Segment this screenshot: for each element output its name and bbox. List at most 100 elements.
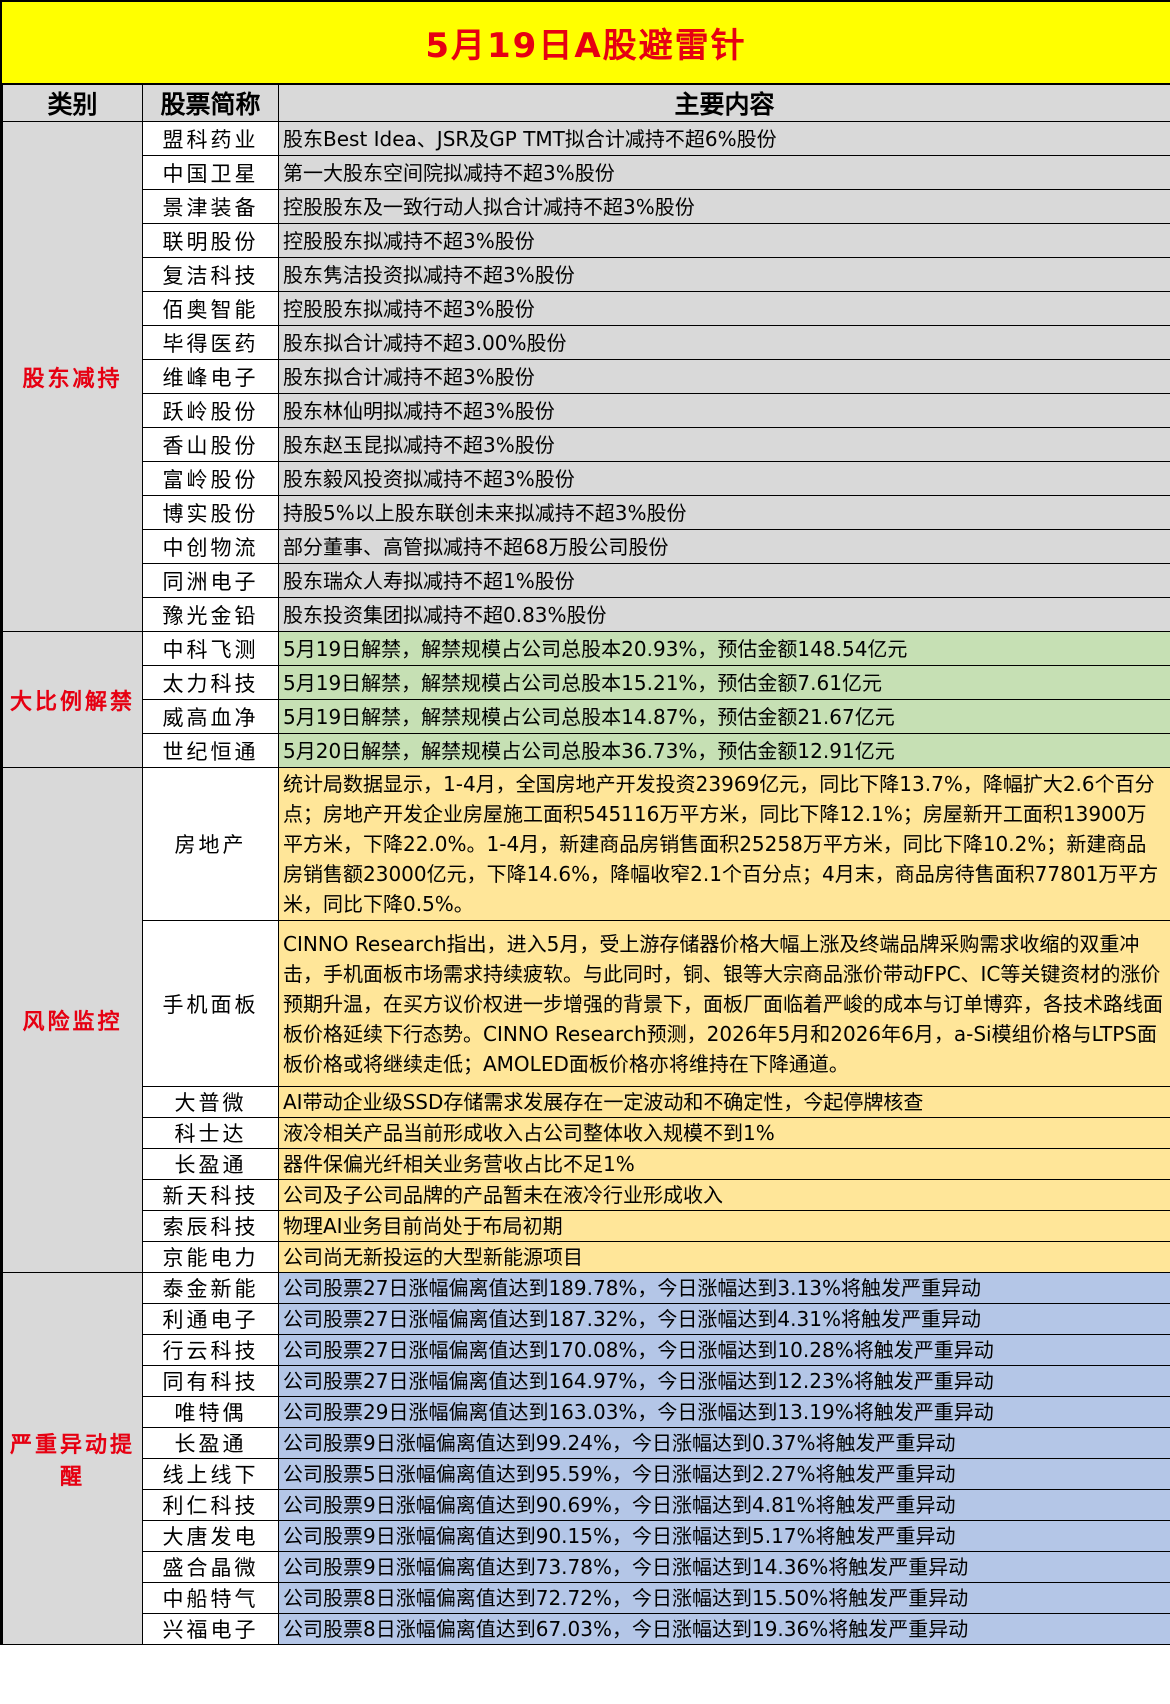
- content-cell: 第一大股东空间院拟减持不超3%股份: [278, 155, 1170, 190]
- stock-name-cell: 威高血净: [142, 699, 279, 734]
- table-row: 香山股份 股东赵玉昆拟减持不超3%股份: [3, 427, 1170, 462]
- table-row: 太力科技 5月19日解禁，解禁规模占公司总股本15.21%，预估金额7.61亿元: [3, 665, 1170, 700]
- table-row: 中创物流 部分董事、高管拟减持不超68万股公司股份: [3, 529, 1170, 564]
- content-cell: 部分董事、高管拟减持不超68万股公司股份: [278, 529, 1170, 564]
- content-cell: 公司股票27日涨幅偏离值达到187.32%，今日涨幅达到4.31%将触发严重异动: [278, 1303, 1170, 1335]
- report-title: 5月19日A股避雷针: [2, 0, 1170, 84]
- table-row: 利通电子 公司股票27日涨幅偏离值达到187.32%，今日涨幅达到4.31%将触发…: [3, 1303, 1170, 1335]
- stock-name-cell: 科士达: [142, 1117, 279, 1149]
- stock-name-cell: 线上线下: [142, 1458, 279, 1490]
- table-row: 世纪恒通 5月20日解禁，解禁规模占公司总股本36.73%，预估金额12.91亿元: [3, 733, 1170, 768]
- table-row: 威高血净 5月19日解禁，解禁规模占公司总股本14.87%，预估金额21.67亿元: [3, 699, 1170, 734]
- stock-name-cell: 行云科技: [142, 1334, 279, 1366]
- header-category: 类别: [2, 84, 143, 122]
- content-cell: 公司股票9日涨幅偏离值达到73.78%，今日涨幅达到14.36%将触发严重异动: [278, 1551, 1170, 1583]
- table-row: 盛合晶微 公司股票9日涨幅偏离值达到73.78%，今日涨幅达到14.36%将触发严…: [3, 1551, 1170, 1583]
- stock-name-cell: 复洁科技: [142, 257, 279, 292]
- stock-name-cell: 大普微: [142, 1086, 279, 1118]
- table-row: 唯特偶 公司股票29日涨幅偏离值达到163.03%，今日涨幅达到13.19%将触发…: [3, 1396, 1170, 1428]
- table-row: 线上线下 公司股票5日涨幅偏离值达到95.59%，今日涨幅达到2.27%将触发严重…: [3, 1458, 1170, 1490]
- table-row: 京能电力 公司尚无新投运的大型新能源项目: [3, 1241, 1170, 1273]
- stock-name-cell: 盛合晶微: [142, 1551, 279, 1583]
- header-stock: 股票简称: [142, 84, 279, 122]
- table-row: 股东减持 盟科药业 股东Best Idea、JSR及GP TMT拟合计减持不超6%股…: [2, 121, 1170, 632]
- stock-name-cell: 豫光金铅: [142, 597, 279, 632]
- content-cell: 统计局数据显示，1-4月，全国房地产开发投资23969亿元，同比下降13.7%，…: [278, 767, 1170, 921]
- stock-name-cell: 维峰电子: [142, 359, 279, 394]
- content-cell: 器件保偏光纤相关业务营收占比不足1%: [278, 1148, 1170, 1180]
- table-row: 复洁科技 股东隽洁投资拟减持不超3%股份: [3, 257, 1170, 292]
- stock-name-cell: 毕得医药: [142, 325, 279, 360]
- stock-name-cell: 房地产: [142, 767, 279, 921]
- content-cell: 公司股票9日涨幅偏离值达到90.69%，今日涨幅达到4.81%将触发严重异动: [278, 1489, 1170, 1521]
- stock-name-cell: 佰奥智能: [142, 291, 279, 326]
- stock-name-cell: 泰金新能: [142, 1272, 279, 1304]
- content-cell: 控股股东及一致行动人拟合计减持不超3%股份: [278, 189, 1170, 224]
- table-row: 联明股份 控股股东拟减持不超3%股份: [3, 223, 1170, 258]
- table-row: 豫光金铅 股东投资集团拟减持不超0.83%股份: [3, 597, 1170, 632]
- table-body: 股东减持 盟科药业 股东Best Idea、JSR及GP TMT拟合计减持不超6%股…: [2, 121, 1170, 1645]
- table-row: 严重异动提醒 泰金新能 公司股票27日涨幅偏离值达到189.78%，今日涨幅达到3.…: [2, 1272, 1170, 1645]
- stock-name-cell: 利通电子: [142, 1303, 279, 1335]
- stock-name-cell: 京能电力: [142, 1241, 279, 1273]
- table-row: 中国卫星 第一大股东空间院拟减持不超3%股份: [3, 155, 1170, 190]
- content-cell: 公司股票8日涨幅偏离值达到72.72%，今日涨幅达到15.50%将触发严重异动: [278, 1582, 1170, 1614]
- content-cell: 物理AI业务目前尚处于布局初期: [278, 1210, 1170, 1242]
- table-row: 索辰科技 物理AI业务目前尚处于布局初期: [3, 1210, 1170, 1242]
- content-cell: 持股5%以上股东联创未来拟减持不超3%股份: [278, 495, 1170, 530]
- content-cell: AI带动企业级SSD存储需求发展存在一定波动和不确定性，今起停牌核查: [278, 1086, 1170, 1118]
- category-cell: 股东减持: [2, 121, 143, 632]
- table-row: 中船特气 公司股票8日涨幅偏离值达到72.72%，今日涨幅达到15.50%将触发严…: [3, 1582, 1170, 1614]
- header-content: 主要内容: [278, 84, 1170, 122]
- stock-name-cell: 长盈通: [142, 1427, 279, 1459]
- content-cell: 5月19日解禁，解禁规模占公司总股本20.93%，预估金额148.54亿元: [278, 631, 1170, 666]
- table-row: 景津装备 控股股东及一致行动人拟合计减持不超3%股份: [3, 189, 1170, 224]
- table-row: 同有科技 公司股票27日涨幅偏离值达到164.97%，今日涨幅达到12.23%将触…: [3, 1365, 1170, 1397]
- content-cell: 公司股票9日涨幅偏离值达到99.24%，今日涨幅达到0.37%将触发严重异动: [278, 1427, 1170, 1459]
- stock-name-cell: 景津装备: [142, 189, 279, 224]
- content-cell: CINNO Research指出，进入5月，受上游存储器价格大幅上涨及终端品牌采…: [278, 920, 1170, 1087]
- table-row: 毕得医药 股东拟合计减持不超3.00%股份: [3, 325, 1170, 360]
- stock-name-cell: 中科飞测: [142, 631, 279, 666]
- table-row: 长盈通 器件保偏光纤相关业务营收占比不足1%: [3, 1148, 1170, 1180]
- content-cell: 公司及子公司品牌的产品暂未在液冷行业形成收入: [278, 1179, 1170, 1211]
- stock-name-cell: 长盈通: [142, 1148, 279, 1180]
- table-row: 大普微 AI带动企业级SSD存储需求发展存在一定波动和不确定性，今起停牌核查: [3, 1086, 1170, 1118]
- content-cell: 5月19日解禁，解禁规模占公司总股本15.21%，预估金额7.61亿元: [278, 665, 1170, 700]
- content-cell: 控股股东拟减持不超3%股份: [278, 223, 1170, 258]
- stock-name-cell: 手机面板: [142, 920, 279, 1087]
- table-row: 维峰电子 股东拟合计减持不超3%股份: [3, 359, 1170, 394]
- category-cell: 大比例解禁: [2, 631, 143, 768]
- stock-name-cell: 同洲电子: [142, 563, 279, 598]
- table-row: 同洲电子 股东瑞众人寿拟减持不超1%股份: [3, 563, 1170, 598]
- content-cell: 公司股票9日涨幅偏离值达到90.15%，今日涨幅达到5.17%将触发严重异动: [278, 1520, 1170, 1552]
- table-row: 手机面板 CINNO Research指出，进入5月，受上游存储器价格大幅上涨及终…: [3, 920, 1170, 1087]
- table-row: 大唐发电 公司股票9日涨幅偏离值达到90.15%，今日涨幅达到5.17%将触发严重…: [3, 1520, 1170, 1552]
- table-row: 富岭股份 股东毅风投资拟减持不超3%股份: [3, 461, 1170, 496]
- stock-name-cell: 新天科技: [142, 1179, 279, 1211]
- table-row: 新天科技 公司及子公司品牌的产品暂未在液冷行业形成收入: [3, 1179, 1170, 1211]
- content-cell: 股东瑞众人寿拟减持不超1%股份: [278, 563, 1170, 598]
- content-cell: 公司股票29日涨幅偏离值达到163.03%，今日涨幅达到13.19%将触发严重异…: [278, 1396, 1170, 1428]
- content-cell: 公司股票8日涨幅偏离值达到67.03%，今日涨幅达到19.36%将触发严重异动: [278, 1613, 1170, 1645]
- stock-name-cell: 香山股份: [142, 427, 279, 462]
- content-cell: 公司股票5日涨幅偏离值达到95.59%，今日涨幅达到2.27%将触发严重异动: [278, 1458, 1170, 1490]
- report-sheet: 5月19日A股避雷针 类别 股票简称 主要内容 股东减持 盟科药业 股东Best I…: [0, 0, 1170, 1645]
- stock-name-cell: 中创物流: [142, 529, 279, 564]
- table-row: 行云科技 公司股票27日涨幅偏离值达到170.08%，今日涨幅达到10.28%将触…: [3, 1334, 1170, 1366]
- table-row: 利仁科技 公司股票9日涨幅偏离值达到90.69%，今日涨幅达到4.81%将触发严重…: [3, 1489, 1170, 1521]
- content-cell: 公司股票27日涨幅偏离值达到189.78%，今日涨幅达到3.13%将触发严重异动: [278, 1272, 1170, 1304]
- risk-table: 类别 股票简称 主要内容 股东减持 盟科药业 股东Best Idea、JSR及GP …: [2, 84, 1170, 1645]
- table-row: 长盈通 公司股票9日涨幅偏离值达到99.24%，今日涨幅达到0.37%将触发严重异…: [3, 1427, 1170, 1459]
- content-cell: 股东林仙明拟减持不超3%股份: [278, 393, 1170, 428]
- category-cell: 严重异动提醒: [2, 1272, 143, 1645]
- stock-name-cell: 中国卫星: [142, 155, 279, 190]
- content-cell: 股东隽洁投资拟减持不超3%股份: [278, 257, 1170, 292]
- stock-name-cell: 兴福电子: [142, 1613, 279, 1645]
- content-cell: 控股股东拟减持不超3%股份: [278, 291, 1170, 326]
- content-cell: 股东拟合计减持不超3%股份: [278, 359, 1170, 394]
- content-cell: 股东毅风投资拟减持不超3%股份: [278, 461, 1170, 496]
- content-cell: 5月19日解禁，解禁规模占公司总股本14.87%，预估金额21.67亿元: [278, 699, 1170, 734]
- stock-name-cell: 跃岭股份: [142, 393, 279, 428]
- content-cell: 公司股票27日涨幅偏离值达到164.97%，今日涨幅达到12.23%将触发严重异…: [278, 1365, 1170, 1397]
